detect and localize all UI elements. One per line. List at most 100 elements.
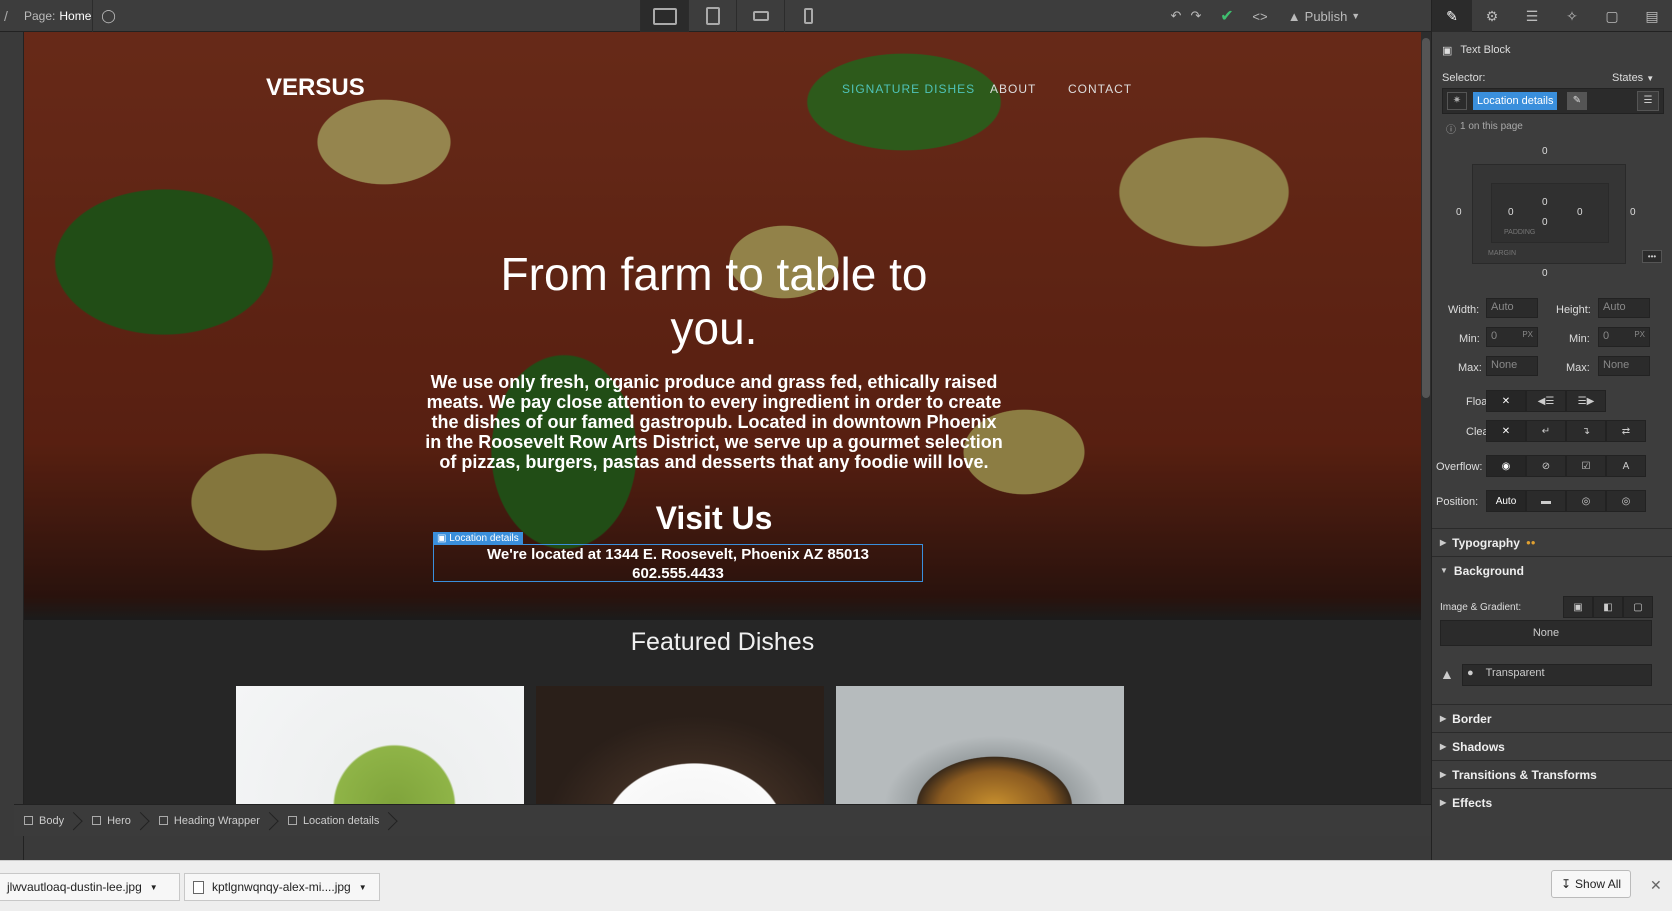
chevron-down-icon[interactable]: ▼: [150, 883, 158, 892]
style-brush-icon[interactable]: ✎: [1432, 0, 1472, 32]
clear-none-icon[interactable]: ✕: [1486, 420, 1526, 442]
hero-section[interactable]: VERSUS SIGNATURE DISHES ABOUT CONTACT Fr…: [24, 32, 1421, 620]
location-details-text[interactable]: We're located at 1344 E. Roosevelt, Phoe…: [433, 544, 923, 582]
position-control: Auto ▬ ◎ ◎: [1486, 490, 1646, 512]
tablet-icon[interactable]: [688, 0, 736, 32]
scrollbar-thumb[interactable]: [1422, 38, 1430, 398]
min-width-label: Min:: [1459, 333, 1480, 345]
nav-link-about[interactable]: ABOUT: [990, 82, 1036, 96]
transitions-section[interactable]: ▶ Transitions & Transforms: [1432, 760, 1672, 788]
radial-gradient-icon[interactable]: ▢: [1623, 596, 1653, 618]
chevron-down-icon[interactable]: ▼: [359, 883, 367, 892]
code-icon[interactable]: <>: [1245, 0, 1275, 32]
background-image-field[interactable]: None: [1440, 620, 1652, 646]
position-auto-button[interactable]: Auto: [1486, 490, 1526, 512]
margin-bottom-value[interactable]: 0: [1542, 268, 1548, 279]
min-height-input[interactable]: 0 PX: [1598, 327, 1650, 347]
padding-top-value[interactable]: 0: [1542, 197, 1548, 208]
text-block-icon: ▣: [437, 533, 450, 544]
publish-button[interactable]: ▲ Publish ▼: [1284, 0, 1364, 32]
phone-portrait-icon[interactable]: [784, 0, 832, 32]
selector-field[interactable]: ✷ Location details ✎ ☰: [1442, 88, 1664, 114]
width-input[interactable]: Auto: [1486, 298, 1538, 318]
desktop-icon[interactable]: [640, 0, 688, 32]
clear-right-icon[interactable]: ↴: [1566, 420, 1606, 442]
margin-top-value[interactable]: 0: [1542, 146, 1548, 157]
margin-left-value[interactable]: 0: [1456, 207, 1462, 218]
hero-title[interactable]: From farm to table to you.: [454, 247, 974, 355]
design-canvas[interactable]: VERSUS SIGNATURE DISHES ABOUT CONTACT Fr…: [24, 32, 1421, 836]
shadows-section[interactable]: ▶ Shadows: [1432, 732, 1672, 760]
color-drop-icon: ●: [1467, 667, 1474, 679]
interactions-icon[interactable]: ✧: [1552, 0, 1592, 32]
float-none-icon[interactable]: ✕: [1486, 390, 1526, 412]
position-fixed-icon[interactable]: ◎: [1606, 490, 1646, 512]
symbols-icon[interactable]: ▢: [1592, 0, 1632, 32]
device-switcher: [640, 0, 832, 32]
designer-toolbar: / Page: Home ◯ ↶ ↷ ✔ <> ▲ Publish ▼: [0, 0, 1672, 32]
effects-section[interactable]: ▶ Effects: [1432, 788, 1672, 816]
padding-right-value[interactable]: 0: [1577, 207, 1583, 218]
min-width-input[interactable]: 0 PX: [1486, 327, 1538, 347]
breadcrumb-location-details[interactable]: Location details: [278, 815, 397, 827]
states-dropdown[interactable]: States ▼: [1612, 72, 1654, 84]
download-item-1[interactable]: jlwvautloaq-dustin-lee.jpg ▼: [0, 873, 180, 901]
border-section[interactable]: ▶ Border: [1432, 704, 1672, 732]
overflow-auto-icon[interactable]: A: [1606, 455, 1646, 477]
overflow-hidden-icon[interactable]: ⊘: [1526, 455, 1566, 477]
selector-menu-icon[interactable]: ☰: [1637, 91, 1659, 111]
background-color-field[interactable]: ● Transparent: [1462, 664, 1652, 686]
navigator-icon[interactable]: ☰: [1512, 0, 1552, 32]
breadcrumb-body[interactable]: Body: [14, 815, 82, 827]
download-filename: jlwvautloaq-dustin-lee.jpg: [7, 880, 142, 894]
undo-icon[interactable]: ↶: [1166, 0, 1186, 32]
info-icon: ⓘ: [1446, 125, 1456, 136]
max-width-input[interactable]: None: [1486, 356, 1538, 376]
more-options-icon[interactable]: •••: [1642, 250, 1662, 263]
margin-right-value[interactable]: 0: [1630, 207, 1636, 218]
margin-box[interactable]: [1472, 164, 1626, 264]
download-bar: jlwvautloaq-dustin-lee.jpg ▼ kptlgnwqnqy-…: [0, 860, 1672, 911]
min-height-unit: PX: [1634, 330, 1645, 339]
featured-dishes-heading[interactable]: Featured Dishes: [24, 628, 1421, 657]
clear-both-icon[interactable]: ⇄: [1606, 420, 1646, 442]
hero-paragraph[interactable]: We use only fresh, organic produce and g…: [424, 372, 1004, 472]
class-chip[interactable]: Location details: [1473, 92, 1558, 110]
max-height-input[interactable]: None: [1598, 356, 1650, 376]
phone-landscape-icon[interactable]: [736, 0, 784, 32]
gear-icon[interactable]: ⚙: [1472, 0, 1512, 32]
clear-left-icon[interactable]: ↵: [1526, 420, 1566, 442]
float-right-icon[interactable]: ☰▶: [1566, 390, 1606, 412]
padding-left-value[interactable]: 0: [1508, 207, 1514, 218]
nav-link-signature-dishes[interactable]: SIGNATURE DISHES: [842, 82, 975, 96]
padding-bottom-value[interactable]: 0: [1542, 217, 1548, 228]
preview-icon[interactable]: ◯: [92, 0, 124, 32]
site-logo[interactable]: VERSUS: [266, 74, 365, 102]
min-width-value: 0: [1491, 330, 1498, 342]
nav-link-contact[interactable]: CONTACT: [1068, 82, 1132, 96]
linear-gradient-icon[interactable]: ◧: [1593, 596, 1623, 618]
paint-bucket-icon: ▲: [1440, 666, 1454, 682]
close-icon[interactable]: ✕: [1650, 877, 1662, 894]
selector-usage: ⓘ 1 on this page: [1446, 121, 1523, 136]
background-section[interactable]: ▼ Background: [1432, 556, 1672, 584]
add-image-icon[interactable]: ▣: [1563, 596, 1593, 618]
show-all-button[interactable]: ↧ Show All: [1551, 870, 1631, 898]
overflow-visible-icon[interactable]: ◉: [1486, 455, 1526, 477]
position-absolute-icon[interactable]: ◎: [1566, 490, 1606, 512]
height-input[interactable]: Auto: [1598, 298, 1650, 318]
left-toolbar: [0, 32, 24, 860]
overflow-scroll-icon[interactable]: ☑: [1566, 455, 1606, 477]
assets-icon[interactable]: ▤: [1632, 0, 1672, 32]
status-check-icon[interactable]: ✔: [1212, 0, 1242, 32]
download-item-2[interactable]: kptlgnwqnqy-alex-mi....jpg ▼: [184, 873, 380, 901]
breadcrumb-heading-wrapper[interactable]: Heading Wrapper: [149, 815, 278, 827]
float-left-icon[interactable]: ◀☰: [1526, 390, 1566, 412]
redo-icon[interactable]: ↷: [1186, 0, 1206, 32]
typography-section[interactable]: ▶ Typography ●●: [1432, 528, 1672, 556]
canvas-scrollbar[interactable]: [1421, 32, 1431, 836]
page-selector[interactable]: Page: Home: [24, 9, 91, 23]
breadcrumb-hero[interactable]: Hero: [82, 815, 149, 827]
position-relative-icon[interactable]: ▬: [1526, 490, 1566, 512]
edit-pencil-icon[interactable]: ✎: [1567, 92, 1587, 110]
